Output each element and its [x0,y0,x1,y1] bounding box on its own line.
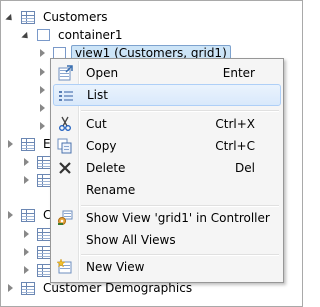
show-view-icon [58,210,73,225]
table-icon [21,209,35,222]
table-icon [21,11,35,24]
menu-item-copy[interactable]: Copy Ctrl+C [53,135,281,157]
table-icon [37,156,51,169]
tree-node-c[interactable]: C [5,206,54,224]
expand-arrow-icon[interactable] [37,85,47,95]
copy-icon [57,138,72,154]
expand-arrow-icon[interactable] [37,67,47,77]
menu-item-delete[interactable]: Delete Del [53,157,281,179]
open-icon [58,65,73,81]
delete-icon [59,162,71,174]
tree-node-container1[interactable]: container1 [21,26,126,44]
list-icon [59,91,73,101]
expand-arrow-icon[interactable] [37,121,47,131]
table-icon [21,138,35,151]
expand-arrow-icon[interactable] [5,283,15,293]
tree-node-customers[interactable]: Customers [5,8,111,26]
context-menu: Open Enter List Cut Ctrl+X Copy Ctrl+C D… [50,58,284,283]
menu-item-rename[interactable]: Rename [53,179,281,201]
table-icon [21,282,35,295]
collapse-arrow-icon[interactable] [21,30,31,40]
expand-arrow-icon[interactable] [5,139,15,149]
new-view-icon [57,259,72,274]
menu-item-list[interactable]: List [53,84,281,106]
table-icon [37,174,51,187]
menu-separator [81,110,279,112]
menu-item-show-all-views[interactable]: Show All Views [53,229,281,251]
expand-arrow-icon[interactable] [21,175,31,185]
expand-arrow-icon[interactable] [21,247,31,257]
table-icon [37,264,51,277]
expand-arrow-icon[interactable] [21,157,31,167]
collapse-arrow-icon[interactable] [5,12,15,22]
menu-item-show-view-in-controller[interactable]: Show View 'grid1' in Controller [53,207,281,229]
expand-arrow-icon[interactable] [37,48,47,58]
menu-item-open[interactable]: Open Enter [53,62,281,84]
menu-item-cut[interactable]: Cut Ctrl+X [53,113,281,135]
menu-item-new-view[interactable]: New View [53,256,281,278]
expand-arrow-icon[interactable] [21,229,31,239]
expand-arrow-icon[interactable] [5,210,15,220]
expand-arrow-icon[interactable] [21,265,31,275]
expand-arrow-icon[interactable] [37,103,47,113]
table-icon [37,246,51,259]
scissors-icon [59,116,71,131]
container-icon [37,29,50,41]
table-icon [37,228,51,241]
